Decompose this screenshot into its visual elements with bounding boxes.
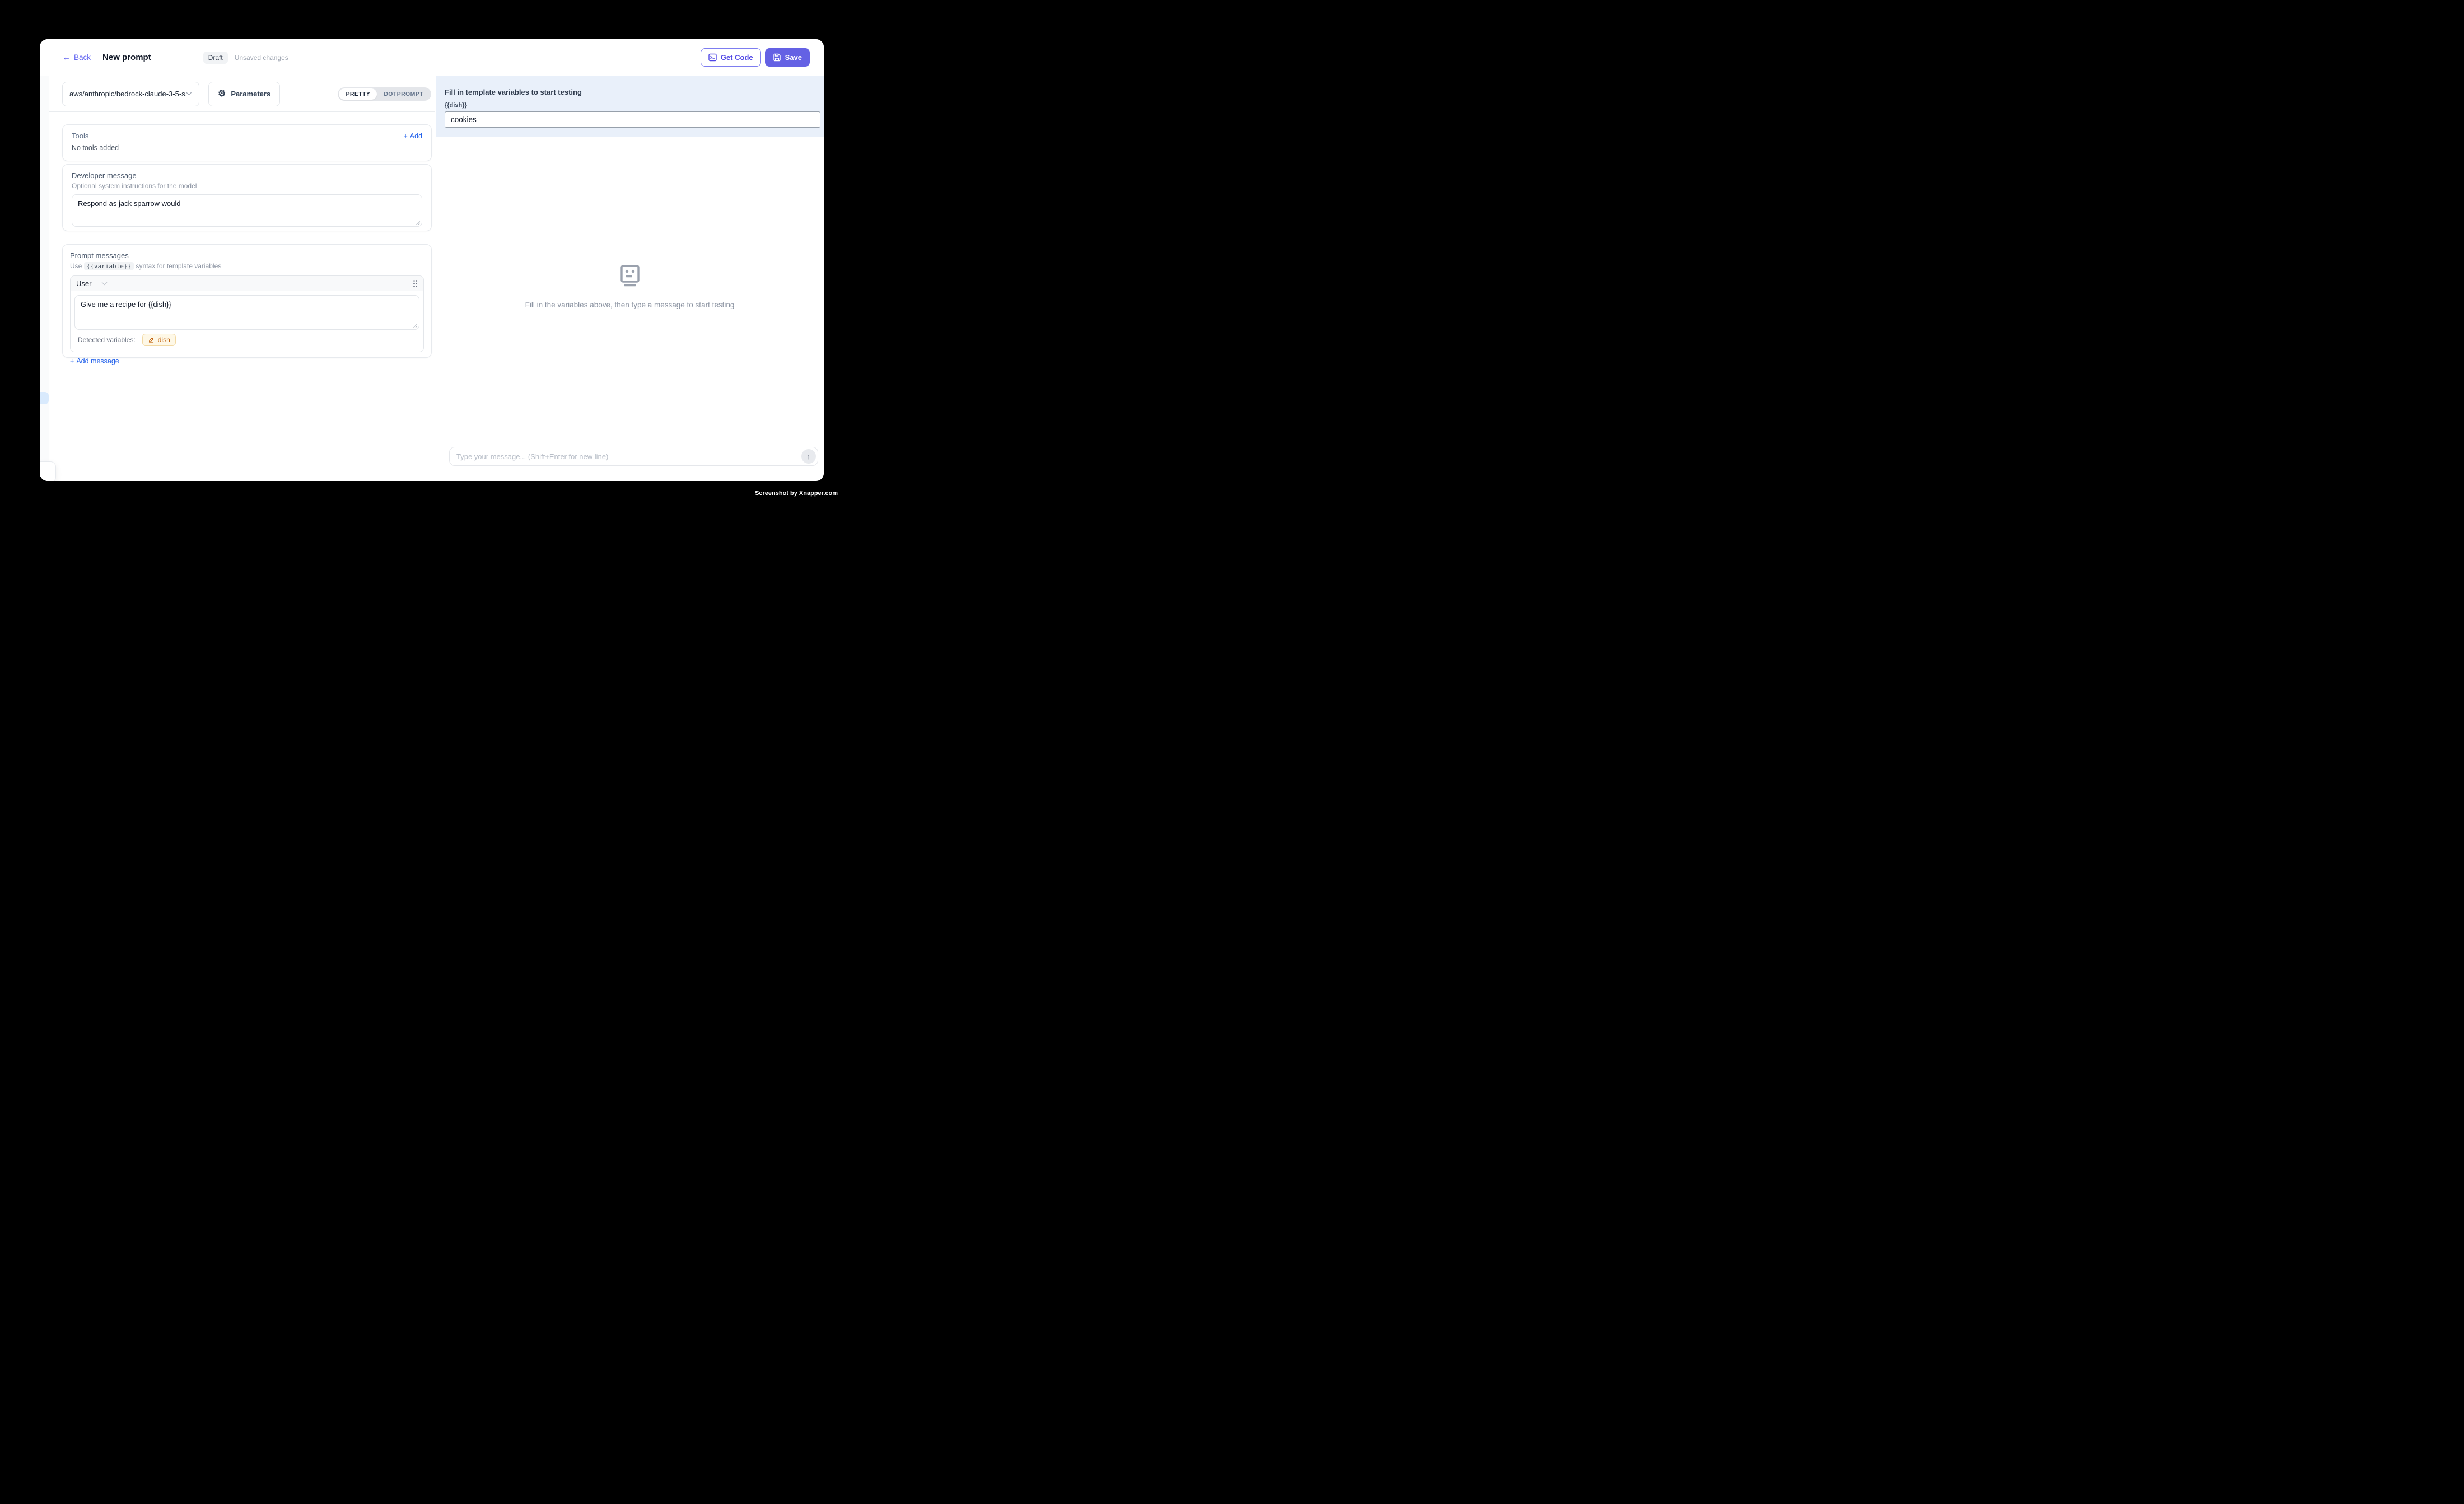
get-code-label: Get Code [721, 53, 753, 62]
empty-state: Fill in the variables above, then type a… [436, 137, 824, 437]
editor-toolbar: aws/anthropic/bedrock-claude-3-5-s... ⚙ … [40, 76, 435, 112]
add-message-label: Add message [76, 357, 119, 365]
chevron-down-icon [101, 282, 108, 286]
toggle-pretty[interactable]: PRETTY [339, 88, 377, 100]
gear-icon: ⚙ [218, 90, 226, 99]
developer-message-input[interactable]: Respond as jack sparrow would [72, 194, 422, 227]
sidebar-active-item[interactable] [40, 392, 49, 404]
variables-banner: Fill in template variables to start test… [436, 76, 824, 137]
collapsed-sidebar [40, 76, 49, 481]
send-button[interactable]: ↑ [801, 449, 816, 464]
test-panel: Fill in template variables to start test… [436, 76, 824, 481]
watermark: Screenshot by Xnapper.com [755, 490, 838, 497]
message-input[interactable]: Give me a recipe for {{dish}} [74, 295, 419, 330]
prompt-editor-panel: aws/anthropic/bedrock-claude-3-5-s... ⚙ … [40, 76, 435, 481]
role-select[interactable]: User [76, 279, 108, 288]
tools-empty-text: No tools added [72, 144, 422, 152]
developer-message-title: Developer message [72, 171, 422, 180]
message-body: Give me a recipe for {{dish}} Detected v… [71, 291, 423, 352]
parameters-button[interactable]: ⚙ Parameters [208, 82, 280, 106]
parameters-label: Parameters [231, 90, 270, 98]
subtitle-prefix: Use [70, 262, 82, 270]
save-button[interactable]: Save [765, 48, 810, 67]
drag-handle-icon[interactable] [413, 279, 418, 288]
popover-stub [40, 461, 56, 481]
save-icon [773, 53, 781, 62]
variable-input[interactable] [445, 111, 820, 128]
add-message-button[interactable]: + Add message [70, 357, 119, 365]
chat-input-container: ↑ [449, 447, 818, 466]
back-arrow-icon: ← [62, 53, 71, 62]
header-actions: Get Code Save [701, 48, 810, 67]
empty-state-text: Fill in the variables above, then type a… [525, 301, 735, 309]
back-label: Back [74, 53, 91, 62]
desktop-background: ← Back New prompt Draft Unsaved changes … [0, 0, 862, 526]
add-tool-button[interactable]: + Add [403, 132, 422, 140]
robot-icon [620, 265, 640, 287]
prompt-messages-subtitle: Use {{variable}} syntax for template var… [70, 262, 424, 270]
chevron-down-icon [186, 92, 192, 96]
status-badge: Draft [203, 52, 228, 64]
message-header: User [71, 276, 423, 291]
unsaved-changes-text: Unsaved changes [235, 54, 288, 62]
variable-syntax-code: {{variable}} [84, 262, 134, 270]
get-code-button[interactable]: Get Code [701, 48, 761, 67]
variables-banner-title: Fill in template variables to start test… [445, 88, 819, 96]
save-label: Save [785, 53, 802, 62]
role-select-value: User [76, 279, 91, 288]
resize-grip-icon[interactable] [416, 220, 421, 225]
header: ← Back New prompt Draft Unsaved changes … [40, 39, 824, 76]
page-title: New prompt [102, 53, 151, 62]
developer-message-card: Developer message Optional system instru… [62, 164, 432, 231]
developer-message-subtitle: Optional system instructions for the mod… [72, 182, 422, 190]
variable-chip-label: dish [158, 336, 170, 344]
prompt-messages-card: Prompt messages Use {{variable}} syntax … [62, 244, 432, 358]
subtitle-suffix: syntax for template variables [136, 262, 222, 270]
chat-footer: ↑ [436, 437, 824, 481]
app-window: ← Back New prompt Draft Unsaved changes … [40, 39, 824, 481]
toggle-dotprompt[interactable]: DOTPROMPT [377, 88, 430, 100]
plus-icon: + [70, 357, 74, 365]
resize-grip-icon[interactable] [413, 323, 418, 328]
header-left: ← Back New prompt Draft Unsaved changes [62, 52, 288, 64]
detected-variables-label: Detected variables: [78, 336, 136, 344]
chat-input[interactable] [449, 447, 818, 466]
message-block: User [70, 275, 424, 352]
model-select-value: aws/anthropic/bedrock-claude-3-5-s... [69, 90, 186, 98]
send-arrow-icon: ↑ [807, 452, 811, 461]
detected-variables-row: Detected variables: dish [74, 330, 419, 352]
tools-card: Tools + Add No tools added [62, 124, 432, 161]
terminal-icon [708, 53, 717, 62]
plus-icon: + [403, 132, 407, 140]
prompt-messages-title: Prompt messages [70, 251, 424, 260]
model-select[interactable]: aws/anthropic/bedrock-claude-3-5-s... [62, 82, 199, 106]
add-tool-label: Add [410, 132, 422, 140]
editor-scroll-area: Tools + Add No tools added Developer mes… [40, 112, 435, 358]
variable-chip[interactable]: dish [142, 334, 176, 346]
tools-title: Tools [72, 132, 88, 140]
back-button[interactable]: ← Back [62, 53, 91, 62]
pencil-icon [148, 337, 155, 343]
variable-name-label: {{dish}} [445, 102, 819, 109]
format-toggle: PRETTY DOTPROMPT [338, 87, 431, 101]
